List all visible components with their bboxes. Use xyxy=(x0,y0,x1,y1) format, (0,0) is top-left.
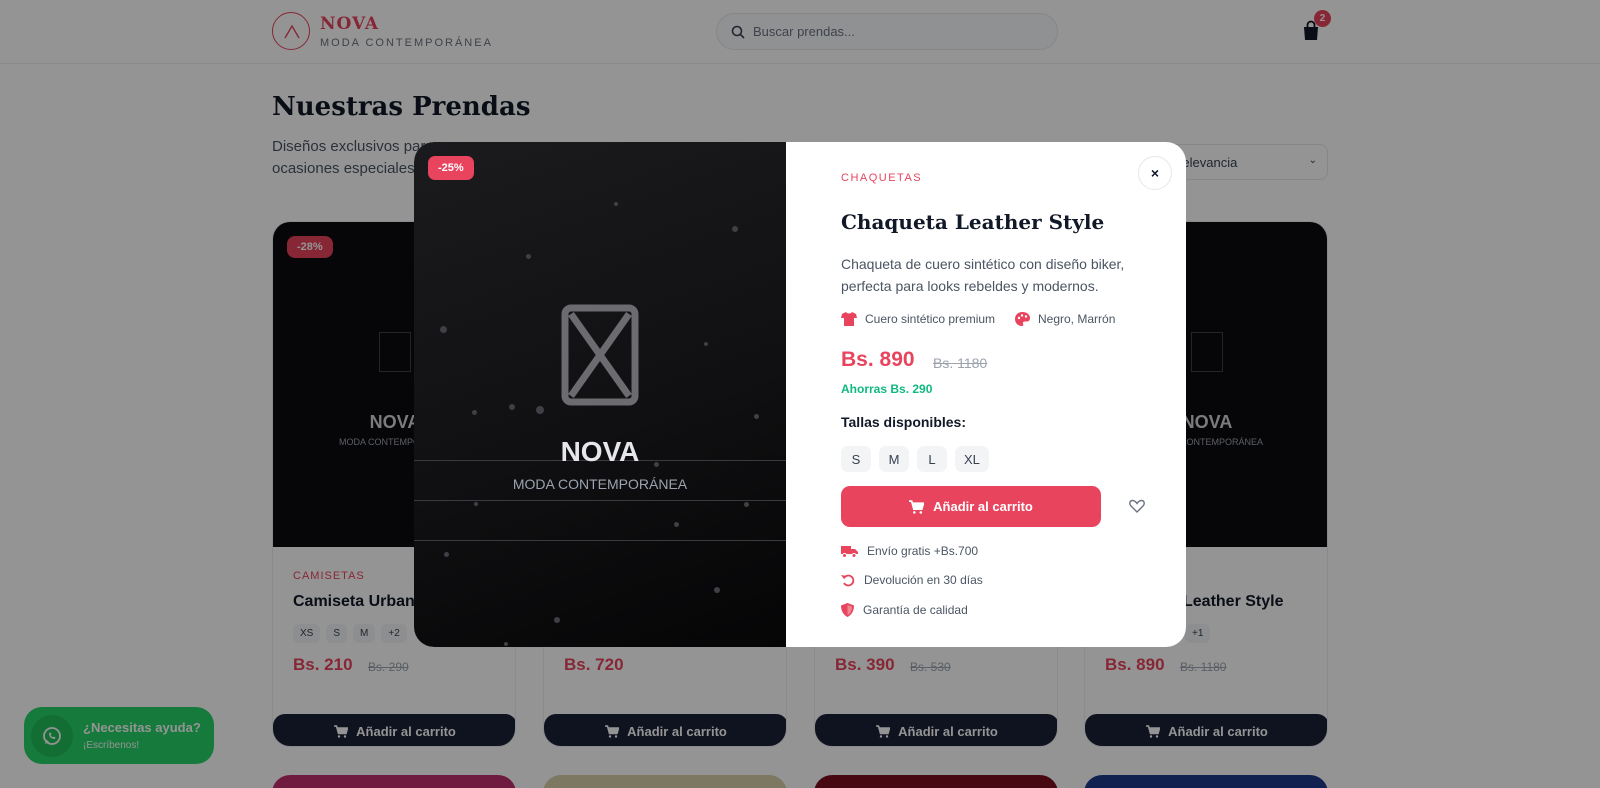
modal-price: Bs. 890 xyxy=(841,348,915,371)
benefit-shipping-text: Envío gratis +Bs.700 xyxy=(867,544,979,558)
material-text: Cuero sintético premium xyxy=(865,312,996,326)
close-modal-button[interactable]: × xyxy=(1138,156,1172,190)
benefit-shipping: Envío gratis +Bs.700 xyxy=(841,544,978,558)
palette-icon xyxy=(1015,312,1030,326)
modal-description: Chaqueta de cuero sintético con diseño b… xyxy=(841,256,1125,294)
size-option-l[interactable]: L xyxy=(917,446,947,472)
modal-details: CHAQUETAS Chaqueta Leather Style Chaquet… xyxy=(786,142,1186,647)
heart-icon[interactable] xyxy=(1129,498,1145,514)
size-option-xl[interactable]: XL xyxy=(955,446,989,472)
benefit-returns: Devolución en 30 días xyxy=(841,573,983,587)
cart-icon xyxy=(909,499,925,514)
modal-image-brand: NOVA xyxy=(560,436,640,467)
modal-category: CHAQUETAS xyxy=(841,172,923,184)
modal-savings: Ahorras Bs. 290 xyxy=(841,382,933,396)
size-options: S M L XL xyxy=(841,446,989,472)
benefit-guarantee-text: Garantía de calidad xyxy=(863,603,968,617)
colors-text: Negro, Marrón xyxy=(1038,312,1116,326)
modal-image-brand-sub: MODA CONTEMPORÁNEA xyxy=(512,476,688,492)
shield-icon xyxy=(841,603,854,617)
size-option-m[interactable]: M xyxy=(879,446,909,472)
brand-mark-icon xyxy=(561,304,639,406)
benefit-returns-text: Devolución en 30 días xyxy=(864,573,983,587)
modal-old-price: Bs. 1180 xyxy=(933,355,988,371)
material-feature: Cuero sintético premium xyxy=(841,312,995,326)
truck-icon xyxy=(841,545,858,558)
sizes-title: Tallas disponibles: xyxy=(841,414,966,430)
benefit-guarantee: Garantía de calidad xyxy=(841,603,968,617)
colors-feature: Negro, Marrón xyxy=(1015,312,1115,326)
shirt-icon xyxy=(841,312,857,326)
product-modal: NOVA MODA CONTEMPORÁNEA -25% CHAQUETAS C… xyxy=(414,142,1186,647)
modal-title: Chaqueta Leather Style xyxy=(841,210,1105,234)
size-option-s[interactable]: S xyxy=(841,446,871,472)
modal-product-image: NOVA MODA CONTEMPORÁNEA -25% xyxy=(414,142,786,647)
modal-add-to-cart-button[interactable]: Añadir al carrito xyxy=(841,486,1101,527)
modal-discount-badge: -25% xyxy=(428,156,474,180)
close-icon: × xyxy=(1150,165,1160,181)
return-icon xyxy=(841,574,855,587)
modal-add-to-cart-label: Añadir al carrito xyxy=(933,499,1033,514)
